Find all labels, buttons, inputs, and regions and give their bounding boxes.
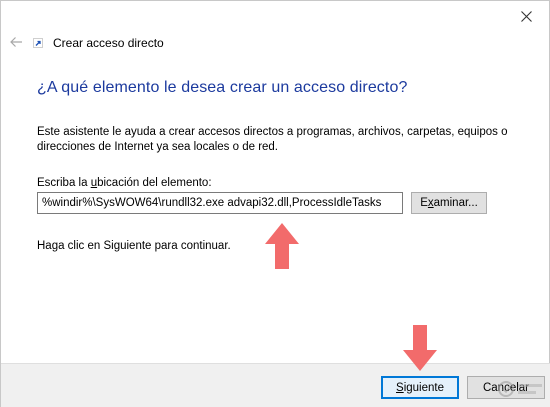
- wizard-title: Crear acceso directo: [53, 36, 164, 50]
- annotation-arrow-down-icon: [403, 325, 437, 371]
- continue-hint: Haga clic en Siguiente para continuar.: [37, 240, 231, 252]
- annotation-arrow-up-icon: [265, 223, 299, 269]
- back-arrow-icon: [10, 37, 22, 47]
- shortcut-icon: [33, 38, 43, 48]
- page-heading: ¿A qué elemento le desea crear un acceso…: [37, 79, 408, 96]
- next-button[interactable]: Siguiente: [381, 376, 459, 399]
- location-input[interactable]: [37, 192, 403, 214]
- create-shortcut-window: Crear acceso directo ¿A qué elemento le …: [0, 0, 550, 407]
- browse-button[interactable]: Ex aminar...: [411, 192, 487, 214]
- back-button[interactable]: [5, 32, 27, 52]
- location-label: Escriba la ubicación del elemento:: [37, 177, 212, 189]
- close-button[interactable]: [503, 1, 549, 31]
- close-icon: [520, 10, 532, 22]
- description-text: Este asistente le ayuda a crear accesos …: [37, 126, 508, 153]
- watermark-logo-icon: [498, 381, 542, 397]
